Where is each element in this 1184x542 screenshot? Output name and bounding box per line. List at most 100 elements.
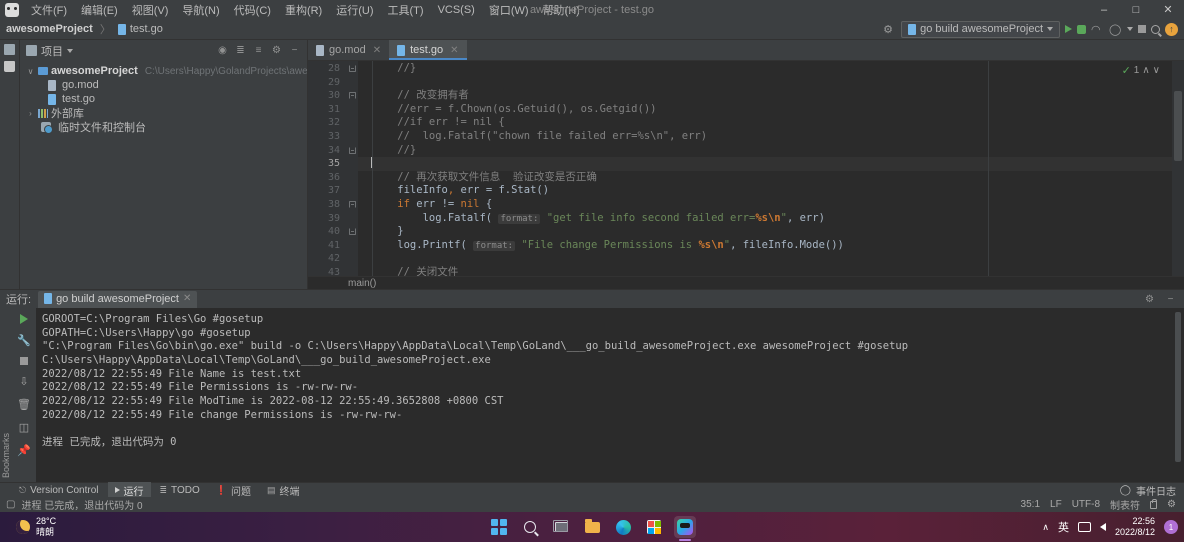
code-line[interactable]: // 关闭文件 bbox=[358, 266, 1172, 276]
weather-widget[interactable]: 28°C 晴朗 bbox=[0, 516, 56, 538]
console-output[interactable]: GOROOT=C:\Program Files\Go #gosetup GOPAT… bbox=[36, 308, 1172, 482]
coverage-icon[interactable]: ◠ bbox=[1091, 23, 1104, 36]
caret-position[interactable]: 35:1 bbox=[1021, 499, 1040, 510]
project-view-chevron-icon[interactable] bbox=[67, 48, 73, 53]
trash-icon[interactable]: 🗑 bbox=[17, 398, 31, 411]
toolwindow-version-control[interactable]: ⎋ Version Control bbox=[12, 484, 106, 497]
fold-top-icon[interactable] bbox=[348, 92, 356, 100]
editor-area[interactable]: 282930313233343536373839404142434445 //}… bbox=[308, 61, 1184, 276]
project-stripe-icon[interactable] bbox=[4, 44, 15, 55]
previous-problem-icon[interactable]: ∧ bbox=[1142, 65, 1149, 76]
inspection-widget[interactable]: ✓ 1 ∧ ∨ bbox=[1122, 64, 1160, 77]
scrollbar-thumb[interactable] bbox=[1174, 91, 1182, 161]
locate-file-icon[interactable]: ◉ bbox=[217, 45, 228, 56]
gear-icon[interactable]: ⚙ bbox=[271, 45, 282, 56]
fold-marker[interactable] bbox=[346, 225, 358, 239]
clock[interactable]: 22:56 2022/8/12 bbox=[1115, 516, 1155, 538]
microsoft-store-button[interactable] bbox=[643, 516, 665, 538]
tree-node-scratches[interactable]: 临时文件和控制台 bbox=[20, 120, 307, 134]
fold-top-icon[interactable] bbox=[348, 201, 356, 209]
console-scrollbar[interactable] bbox=[1172, 308, 1184, 482]
collapse-all-icon[interactable]: ≡ bbox=[253, 45, 264, 56]
code-line[interactable]: log.Printf( format: "File change Permiss… bbox=[358, 239, 1172, 253]
expand-chevron-icon[interactable]: ∨ bbox=[26, 67, 35, 76]
code-line[interactable]: //} bbox=[358, 62, 1172, 76]
menu-run[interactable]: 运行(U) bbox=[329, 0, 380, 20]
more-run-chevron-icon[interactable] bbox=[1127, 27, 1133, 31]
menu-file[interactable]: 文件(F) bbox=[24, 0, 74, 20]
tree-node-go-mod[interactable]: go.mod bbox=[20, 78, 307, 92]
wrench-icon[interactable]: 🔧 bbox=[17, 334, 31, 347]
run-configuration-selector[interactable]: go build awesomeProject bbox=[901, 20, 1060, 38]
edge-browser-button[interactable] bbox=[612, 516, 634, 538]
file-encoding[interactable]: UTF-8 bbox=[1072, 499, 1100, 510]
code-line[interactable]: if err != nil { bbox=[358, 198, 1172, 212]
start-button[interactable] bbox=[488, 516, 510, 538]
menu-vcs[interactable]: VCS(S) bbox=[431, 2, 482, 18]
code-line[interactable]: //if err != nil { bbox=[358, 116, 1172, 130]
fold-bot-icon[interactable] bbox=[348, 65, 356, 73]
expand-all-icon[interactable]: ≣ bbox=[235, 45, 246, 56]
menu-view[interactable]: 视图(V) bbox=[125, 0, 176, 20]
task-view-button[interactable] bbox=[550, 516, 572, 538]
menu-tools[interactable]: 工具(T) bbox=[381, 0, 431, 20]
volume-icon[interactable] bbox=[1099, 523, 1106, 531]
menu-navigate[interactable]: 导航(N) bbox=[175, 0, 226, 20]
lock-icon[interactable] bbox=[1150, 498, 1158, 509]
search-icon[interactable] bbox=[1151, 24, 1160, 34]
tab-go-mod[interactable]: go.mod ✕ bbox=[308, 40, 389, 60]
menu-help[interactable]: 帮助(H) bbox=[536, 0, 587, 20]
code-line[interactable]: log.Fatalf( format: "get file info secon… bbox=[358, 212, 1172, 226]
tree-node-external-libraries[interactable]: › 外部库 bbox=[20, 106, 307, 120]
code-line[interactable]: } bbox=[358, 225, 1172, 239]
notification-badge[interactable]: 1 bbox=[1164, 520, 1178, 534]
code-line[interactable] bbox=[358, 157, 1172, 171]
stop-icon[interactable] bbox=[1138, 25, 1146, 33]
profile-icon[interactable]: ◯ bbox=[1109, 23, 1122, 36]
indent-setting[interactable]: 制表符 bbox=[1110, 497, 1140, 512]
search-button[interactable] bbox=[519, 516, 541, 538]
code-line[interactable]: // 改变拥有者 bbox=[358, 89, 1172, 103]
code-text[interactable]: //} // 改变拥有者 //err = f.Chown(os.Getuid()… bbox=[358, 61, 1172, 276]
gear-icon[interactable]: ⚙ bbox=[1144, 294, 1155, 305]
file-explorer-button[interactable] bbox=[581, 516, 603, 538]
close-icon[interactable]: ✕ bbox=[373, 45, 381, 56]
editor-scrollbar[interactable] bbox=[1172, 61, 1184, 276]
fold-marker[interactable] bbox=[346, 144, 358, 158]
menu-refactor[interactable]: 重构(R) bbox=[278, 0, 329, 20]
tree-node-awesomeproject[interactable]: ∨ awesomeProject C:\Users\Happy\GolandPr… bbox=[20, 64, 307, 78]
fold-bot-icon[interactable] bbox=[348, 146, 356, 154]
fold-bot-icon[interactable] bbox=[348, 228, 356, 236]
menu-edit[interactable]: 编辑(E) bbox=[74, 0, 125, 20]
fold-marker[interactable] bbox=[346, 89, 358, 103]
code-line[interactable] bbox=[358, 76, 1172, 90]
toolwindow-todo[interactable]: ≣ TODO bbox=[153, 484, 207, 497]
inspection-profile-icon[interactable]: ⚙ bbox=[1167, 499, 1176, 510]
next-problem-icon[interactable]: ∨ bbox=[1153, 65, 1160, 76]
scrollbar-thumb[interactable] bbox=[1175, 312, 1181, 462]
pin-icon[interactable]: 📌 bbox=[17, 444, 31, 457]
collapse-chevron-icon[interactable]: › bbox=[26, 109, 35, 118]
scroll-to-end-icon[interactable]: ⇩ bbox=[18, 375, 31, 388]
maximize-button[interactable]: □ bbox=[1120, 0, 1152, 19]
code-line[interactable]: //} bbox=[358, 144, 1172, 158]
close-button[interactable]: ✕ bbox=[1152, 0, 1184, 19]
event-log-button[interactable]: ◯ 事件日志 bbox=[1120, 483, 1184, 498]
editor-breadcrumb[interactable]: main() bbox=[308, 276, 1184, 289]
toolwindow-terminal[interactable]: ▤ 终端 bbox=[260, 482, 307, 499]
network-icon[interactable] bbox=[1077, 522, 1091, 532]
settings-sync-icon[interactable]: ⚙ bbox=[883, 23, 896, 36]
layout-icon[interactable]: ◫ bbox=[18, 421, 31, 434]
ime-indicator[interactable]: 英 bbox=[1058, 519, 1069, 535]
toolwindow-run[interactable]: 运行 bbox=[107, 481, 151, 499]
breadcrumb-file[interactable]: test.go bbox=[130, 23, 163, 35]
code-line[interactable]: fileInfo, err = f.Stat() bbox=[358, 184, 1172, 198]
bookmarks-stripe-label[interactable]: Bookmarks bbox=[1, 433, 11, 478]
close-icon[interactable]: ✕ bbox=[450, 45, 458, 56]
tree-node-test-go[interactable]: test.go bbox=[20, 92, 307, 106]
fold-marker[interactable] bbox=[346, 62, 358, 76]
menu-code[interactable]: 代码(C) bbox=[227, 0, 278, 20]
code-line[interactable]: // log.Fatalf("chown file failed err=%s\… bbox=[358, 130, 1172, 144]
line-separator[interactable]: LF bbox=[1050, 499, 1062, 510]
code-folding-gutter[interactable] bbox=[346, 61, 358, 276]
